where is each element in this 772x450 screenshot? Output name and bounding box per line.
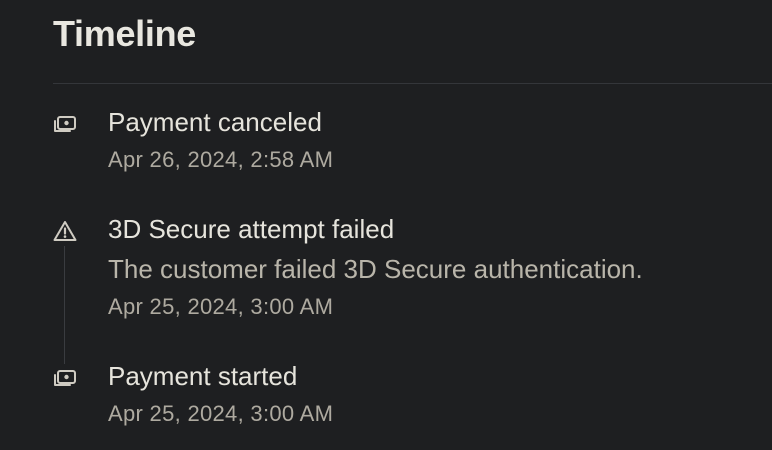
event-title: Payment canceled	[108, 107, 322, 137]
event-title: Payment started	[108, 361, 298, 391]
warning-icon	[52, 218, 78, 244]
event-timestamp: Apr 25, 2024, 3:00 AM	[108, 401, 334, 426]
event-title: 3D Secure attempt failed	[108, 214, 395, 244]
event-description: The customer failed 3D Secure authentica…	[108, 254, 643, 284]
event-timestamp: Apr 26, 2024, 2:58 AM	[108, 147, 334, 172]
payment-icon	[52, 111, 78, 137]
timeline-divider	[53, 83, 772, 84]
timeline-rail	[64, 246, 65, 364]
timeline-title: Timeline	[53, 13, 196, 54]
event-timestamp: Apr 25, 2024, 3:00 AM	[108, 294, 334, 319]
payment-icon	[52, 365, 78, 391]
